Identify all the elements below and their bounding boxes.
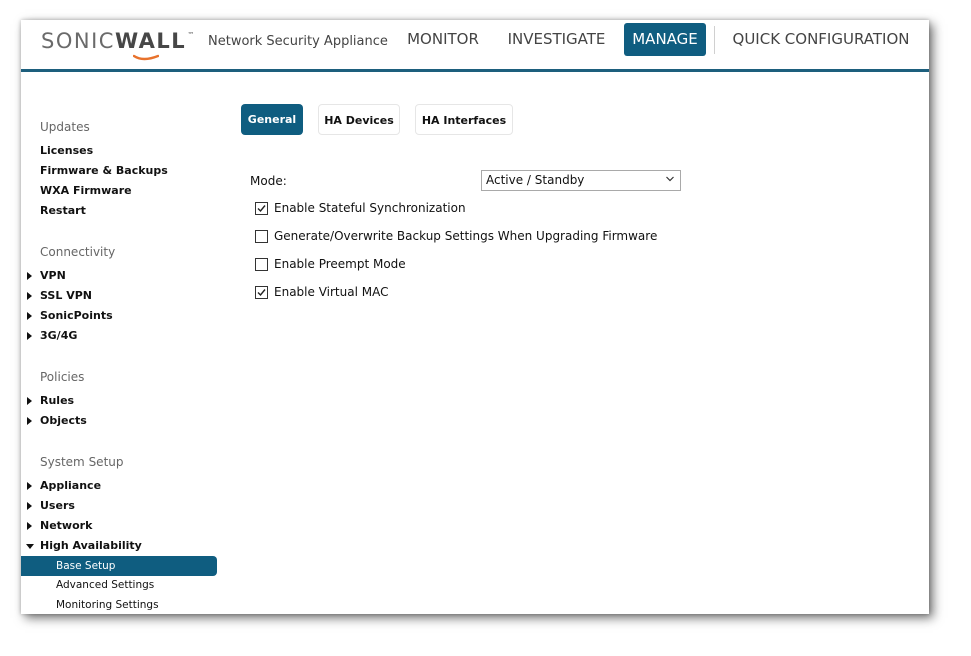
- chevron-down-icon: [666, 176, 674, 182]
- expand-arrow-icon[interactable]: [27, 312, 32, 320]
- sidebar-item-ssl-vpn[interactable]: SSL VPN: [40, 289, 92, 302]
- sidebar-item-appliance[interactable]: Appliance: [40, 479, 101, 492]
- section-title-system-setup: System Setup: [40, 455, 124, 469]
- expand-arrow-icon[interactable]: [27, 502, 32, 510]
- mode-label: Mode:: [250, 174, 287, 188]
- expand-arrow-icon[interactable]: [27, 397, 32, 405]
- tab-general[interactable]: General: [241, 104, 303, 135]
- nav-divider: [714, 26, 715, 54]
- sidebar-item-restart[interactable]: Restart: [40, 204, 86, 217]
- preempt-mode-label: Enable Preempt Mode: [274, 257, 406, 271]
- mode-select[interactable]: Active / Standby: [481, 170, 681, 191]
- virtual-mac-label: Enable Virtual MAC: [274, 285, 389, 299]
- section-title-policies: Policies: [40, 370, 85, 384]
- sidebar-item-users[interactable]: Users: [40, 499, 75, 512]
- sidebar-item-rules[interactable]: Rules: [40, 394, 74, 407]
- logo-swoosh-icon: [133, 54, 159, 61]
- sidebar-item-high-availability[interactable]: High Availability: [40, 539, 142, 552]
- virtual-mac-checkbox[interactable]: [255, 286, 268, 299]
- tab-ha-devices[interactable]: HA Devices: [318, 104, 400, 135]
- sonicwall-logo[interactable]: SONICWALL™: [41, 29, 195, 59]
- sidebar-subitem-base-setup[interactable]: Base Setup: [21, 556, 217, 576]
- product-name: Network Security Appliance: [208, 34, 388, 49]
- sidebar: Updates Licenses Firmware & Backups WXA …: [21, 75, 219, 614]
- expand-arrow-icon[interactable]: [27, 272, 32, 280]
- app-window: SONICWALL™ Network Security Appliance MO…: [21, 20, 929, 614]
- sidebar-item-licenses[interactable]: Licenses: [40, 144, 93, 157]
- tab-ha-interfaces[interactable]: HA Interfaces: [415, 104, 513, 135]
- sidebar-item-network[interactable]: Network: [40, 519, 92, 532]
- expand-arrow-icon[interactable]: [27, 417, 32, 425]
- expand-arrow-icon[interactable]: [27, 332, 32, 340]
- collapse-arrow-icon[interactable]: [26, 544, 34, 549]
- sidebar-item-firmware-backups[interactable]: Firmware & Backups: [40, 164, 168, 177]
- nav-manage[interactable]: MANAGE: [624, 23, 706, 56]
- sidebar-item-sonicpoints[interactable]: SonicPoints: [40, 309, 113, 322]
- preempt-mode-checkbox[interactable]: [255, 258, 268, 271]
- section-title-connectivity: Connectivity: [40, 245, 116, 259]
- backup-settings-checkbox[interactable]: [255, 230, 268, 243]
- nav-investigate[interactable]: INVESTIGATE: [500, 23, 613, 56]
- backup-settings-label: Generate/Overwrite Backup Settings When …: [274, 229, 658, 243]
- mode-select-value: Active / Standby: [486, 173, 585, 187]
- checkmark-icon: [257, 289, 266, 297]
- sidebar-item-3g4g[interactable]: 3G/4G: [40, 329, 77, 342]
- expand-arrow-icon[interactable]: [27, 292, 32, 300]
- section-title-updates: Updates: [40, 120, 90, 134]
- sidebar-item-wxa-firmware[interactable]: WXA Firmware: [40, 184, 132, 197]
- sidebar-item-objects[interactable]: Objects: [40, 414, 87, 427]
- sidebar-item-vpn[interactable]: VPN: [40, 269, 66, 282]
- stateful-sync-checkbox[interactable]: [255, 202, 268, 215]
- checkmark-icon: [257, 205, 266, 213]
- sidebar-subitem-advanced-settings[interactable]: Advanced Settings: [56, 579, 154, 591]
- nav-monitor[interactable]: MONITOR: [399, 23, 487, 56]
- nav-quick-configuration[interactable]: QUICK CONFIGURATION: [725, 23, 917, 56]
- sidebar-subitem-monitoring-settings[interactable]: Monitoring Settings: [56, 599, 159, 611]
- top-header: SONICWALL™ Network Security Appliance MO…: [21, 20, 929, 73]
- expand-arrow-icon[interactable]: [27, 482, 32, 490]
- header-divider: [21, 69, 929, 72]
- stateful-sync-label: Enable Stateful Synchronization: [274, 201, 466, 215]
- expand-arrow-icon[interactable]: [27, 522, 32, 530]
